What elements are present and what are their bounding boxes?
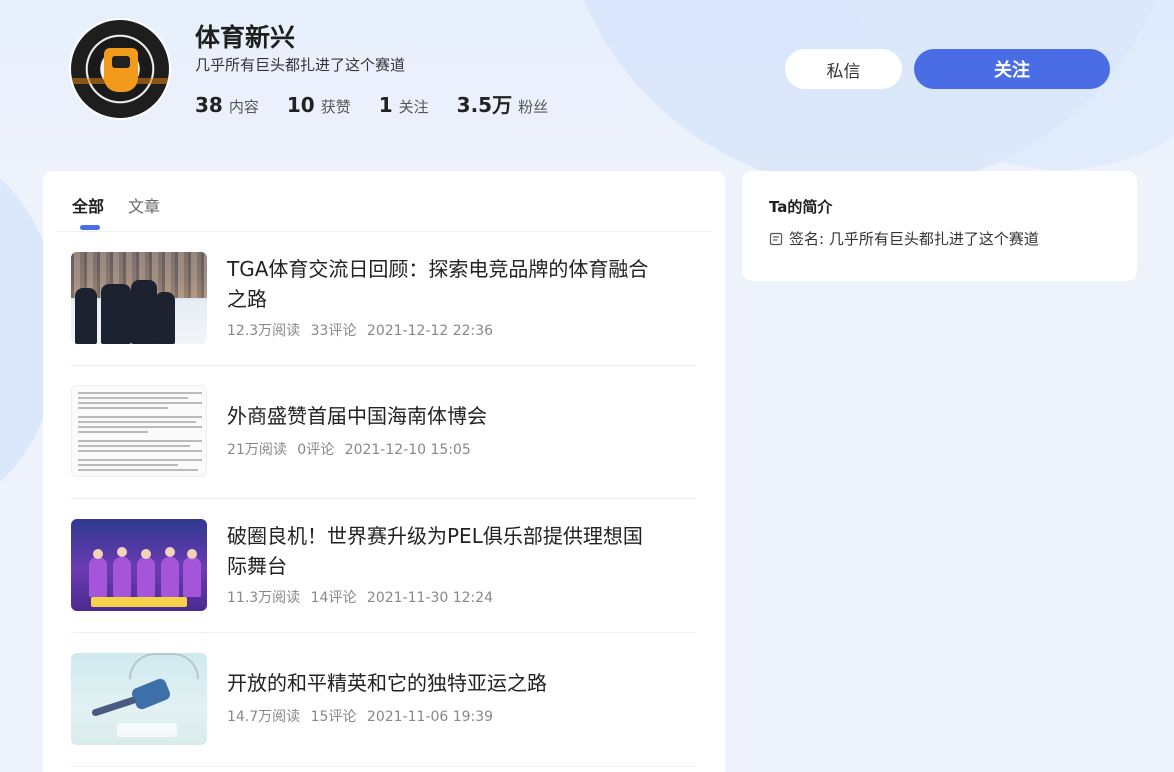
stat-followers[interactable]: 3.5万 粉丝 [457, 89, 548, 118]
divider [71, 365, 696, 366]
stat-number: 1 [378, 93, 393, 117]
stat-following[interactable]: 1 关注 [379, 93, 429, 117]
profile-stats: 38 内容 10 获赞 1 关注 3.5万 粉丝 [195, 89, 548, 118]
stat-number: 38 [195, 93, 223, 117]
stat-label: 内容 [228, 98, 259, 116]
divider [71, 632, 696, 633]
article-thumbnail[interactable] [71, 385, 207, 477]
article-time: 2021-11-06 19:39 [366, 709, 494, 725]
signature-row: 签名: 几乎所有巨头都扎进了这个赛道 [769, 228, 1039, 249]
stat-label: 关注 [398, 98, 429, 116]
stat-number: 10 [286, 93, 315, 117]
article-comments: 14评论 [310, 590, 357, 606]
article-reads: 12.3万阅读 [227, 323, 301, 339]
profile-name: 体育新兴 [195, 23, 296, 52]
stat-label: 粉丝 [518, 98, 549, 116]
article-comments: 33评论 [310, 323, 357, 339]
avatar[interactable] [69, 18, 171, 120]
divider [71, 498, 696, 499]
stat-label: 获赞 [320, 98, 351, 116]
article-meta: 11.3万阅读 14评论 2021-11-30 12:24 [227, 587, 499, 607]
follow-button[interactable]: 关注 [914, 49, 1110, 89]
article-title[interactable]: TGA体育交流日回顾：探索电竞品牌的体育融合之路 [227, 254, 657, 314]
article-meta: 14.7万阅读 15评论 2021-11-06 19:39 [227, 706, 499, 726]
content-tabs: 全部 文章 [43, 171, 725, 232]
article-meta: 21万阅读 0评论 2021-12-10 15:05 [227, 439, 477, 459]
article-title[interactable]: 破圈良机！世界赛升级为PEL俱乐部提供理想国际舞台 [227, 521, 657, 581]
document-icon [769, 232, 783, 245]
article-title[interactable]: 开放的和平精英和它的独特亚运之路 [227, 668, 657, 698]
article-reads: 11.3万阅读 [227, 590, 301, 606]
article-reads: 21万阅读 [227, 442, 287, 458]
intro-title: Ta的简介 [769, 198, 833, 216]
article-time: 2021-12-12 22:36 [366, 323, 494, 339]
divider [56, 231, 712, 232]
tab-articles[interactable]: 文章 [128, 193, 160, 217]
article-thumbnail[interactable] [71, 252, 207, 344]
message-button[interactable]: 私信 [785, 49, 902, 89]
stat-content: 38 内容 [195, 93, 259, 117]
stat-number: 3.5万 [456, 93, 513, 117]
divider [71, 766, 696, 767]
tab-active-indicator [80, 225, 100, 230]
article-meta: 12.3万阅读 33评论 2021-12-12 22:36 [227, 320, 499, 340]
article-reads: 14.7万阅读 [227, 709, 301, 725]
stat-likes: 10 获赞 [287, 93, 351, 117]
article-item[interactable]: 开放的和平精英和它的独特亚运之路 14.7万阅读 15评论 2021-11-06… [71, 653, 696, 772]
content-card: 全部 文章 TGA体育交流日回顾：探索电竞品牌的体育融合之路 12.3万阅读 3… [43, 171, 725, 772]
profile-header: 体育新兴 几乎所有巨头都扎进了这个赛道 38 内容 10 获赞 1 关注 3.5… [0, 0, 1174, 170]
profile-bio: 几乎所有巨头都扎进了这个赛道 [195, 56, 406, 74]
signature-text: 签名: 几乎所有巨头都扎进了这个赛道 [789, 230, 1039, 248]
article-comments: 15评论 [310, 709, 357, 725]
article-comments: 0评论 [297, 442, 335, 458]
intro-card: Ta的简介 签名: 几乎所有巨头都扎进了这个赛道 [742, 171, 1137, 281]
article-time: 2021-12-10 15:05 [344, 442, 471, 458]
article-thumbnail[interactable] [71, 653, 207, 745]
tab-all[interactable]: 全部 [72, 193, 104, 217]
article-title[interactable]: 外商盛赞首届中国海南体博会 [227, 401, 657, 431]
article-time: 2021-11-30 12:24 [366, 590, 494, 606]
article-thumbnail[interactable] [71, 519, 207, 611]
